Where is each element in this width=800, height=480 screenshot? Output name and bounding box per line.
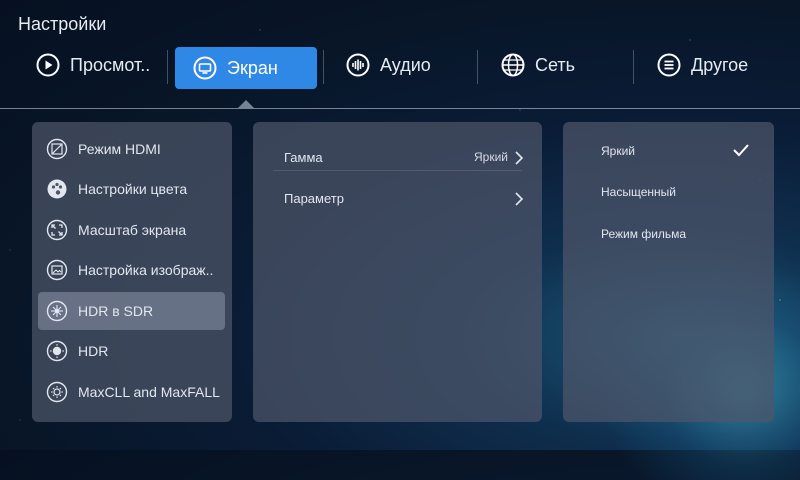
tab-label: Просмот.. xyxy=(70,54,151,75)
setting-row-gamma[interactable]: Гамма Яркий xyxy=(253,138,542,178)
tab-bar: Просмот.. Экран Аудио Сеть Другое xyxy=(0,44,800,89)
setting-row-parameter[interactable]: Параметр xyxy=(253,179,542,219)
tab-audio[interactable]: Аудио xyxy=(346,44,431,86)
screen-scale-icon xyxy=(46,219,68,241)
sidebar-item-label: HDR xyxy=(78,343,109,359)
play-circle-icon xyxy=(36,53,60,77)
list-menu-icon xyxy=(657,53,681,77)
tab-network[interactable]: Сеть xyxy=(501,44,575,86)
divider-line xyxy=(0,108,800,109)
tab-label: Аудио xyxy=(380,54,431,75)
hdr-to-sdr-icon xyxy=(46,300,68,322)
page-title: Настройки xyxy=(18,14,107,34)
active-tab-caret xyxy=(238,100,254,108)
globe-icon xyxy=(501,53,525,77)
option-item-film-mode[interactable]: Режим фильма xyxy=(563,217,774,251)
sidebar-item-label: Настройка изображ.. xyxy=(78,262,214,278)
option-label: Режим фильма xyxy=(601,227,687,241)
tab-view[interactable]: Просмот.. xyxy=(36,44,150,86)
settings-panel: Гамма Яркий Параметр xyxy=(253,122,542,422)
sidebar-item-label: Режим HDMI xyxy=(78,141,161,157)
hdmi-mode-icon xyxy=(46,138,68,160)
tab-other[interactable]: Другое xyxy=(657,44,748,86)
sidebar-panel: Режим HDMI Настройки цвета Масштаб экран… xyxy=(32,122,232,422)
option-item-saturated[interactable]: Насыщенный xyxy=(563,175,774,209)
sidebar-item-hdmi-mode[interactable]: Режим HDMI xyxy=(38,130,225,168)
option-label: Насыщенный xyxy=(601,185,676,199)
setting-label: Параметр xyxy=(284,191,344,206)
sidebar-item-label: HDR в SDR xyxy=(78,303,154,319)
chevron-right-icon xyxy=(514,191,524,207)
sidebar-item-hdr[interactable]: HDR xyxy=(38,332,225,370)
palette-icon xyxy=(46,178,68,200)
sidebar-item-label: MaxCLL and MaxFALL xyxy=(78,384,220,400)
picture-settings-icon xyxy=(46,259,68,281)
brightness-icon xyxy=(46,381,68,403)
sidebar-item-picture-settings[interactable]: Настройка изображ.. xyxy=(38,251,225,289)
sidebar-item-color-settings[interactable]: Настройки цвета xyxy=(38,170,225,208)
audio-wave-icon xyxy=(346,53,370,77)
sidebar-item-screen-scale[interactable]: Масштаб экрана xyxy=(38,211,225,249)
sidebar-item-hdr-to-sdr[interactable]: HDR в SDR xyxy=(38,292,225,330)
tab-separator xyxy=(323,50,324,84)
option-item-bright[interactable]: Яркий xyxy=(563,134,774,168)
checkmark-icon xyxy=(732,142,750,158)
hdr-icon xyxy=(46,340,68,362)
row-divider xyxy=(273,170,522,171)
tab-separator xyxy=(633,50,634,84)
tab-separator xyxy=(477,50,478,84)
options-panel: Яркий Насыщенный Режим фильма xyxy=(563,122,774,422)
chevron-right-icon xyxy=(514,150,524,166)
sidebar-item-label: Масштаб экрана xyxy=(78,222,187,238)
tab-label: Другое xyxy=(691,54,749,75)
sidebar-item-maxcll[interactable]: MaxCLL and MaxFALL xyxy=(38,373,225,411)
setting-value: Яркий xyxy=(474,150,508,164)
setting-label: Гамма xyxy=(284,150,323,165)
tab-screen[interactable]: Экран xyxy=(175,47,317,89)
tab-label: Экран xyxy=(227,57,278,78)
monitor-icon xyxy=(193,56,217,80)
option-label: Яркий xyxy=(601,144,635,158)
tab-label: Сеть xyxy=(535,54,576,75)
sidebar-item-label: Настройки цвета xyxy=(78,181,188,197)
tab-separator xyxy=(167,50,168,84)
